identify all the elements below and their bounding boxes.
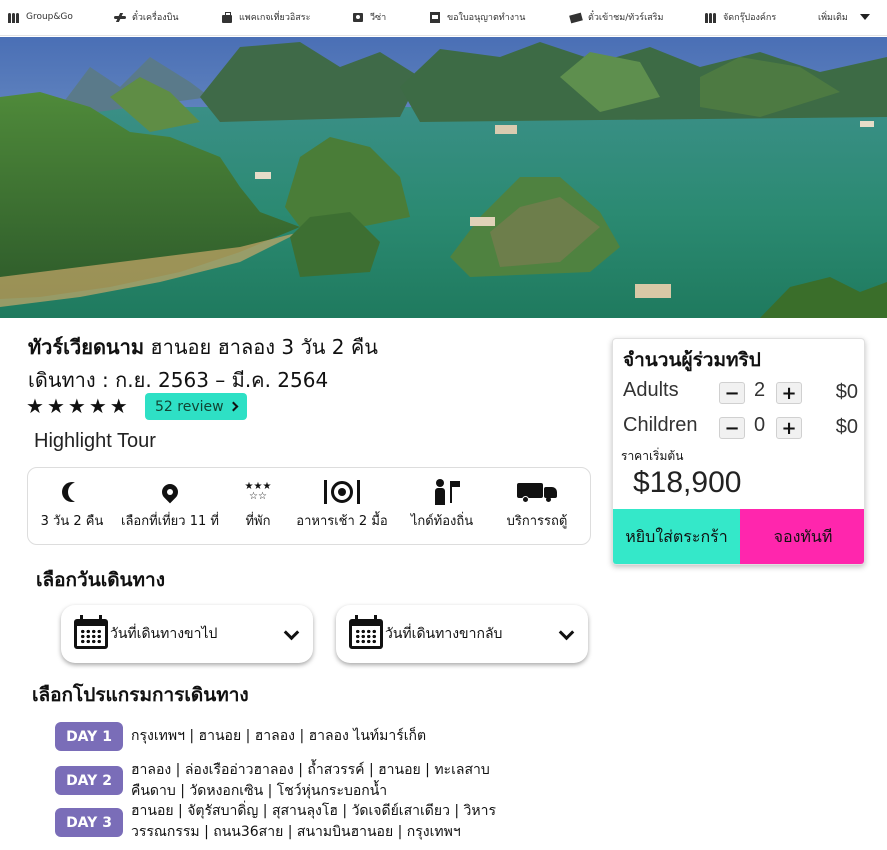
children-quantity[interactable]: 0 [754,414,765,437]
nav-work-permit-label: ขอใบอนุญาตทำงาน [447,13,526,23]
top-navigation: Group&Go ตั๋วเครื่องบิน แพคเกจเที่ยวอิสร… [0,0,887,36]
nav-packages-label: แพคเกจเที่ยวอิสระ [239,13,311,23]
plane-icon [114,12,126,23]
passport-icon [352,12,364,23]
brand-icon [8,12,20,23]
nav-work-permit[interactable]: ขอใบอนุญาตทำงาน [429,0,525,34]
hero-image [0,37,887,318]
day-badge[interactable]: DAY 2 [55,766,123,795]
star-icon: ★ [46,394,65,418]
depart-date-picker[interactable]: วันที่เดินทางขาไป [61,605,313,663]
feature-meals: อาหารเช้า 2 มื้อ [294,478,390,531]
children-row: Children − 0 + $0 [623,414,858,444]
tour-dates: เดินทาง : ก.ย. 2563 – มี.ค. 2564 [28,368,329,392]
calendar-icon [349,615,383,649]
review-button[interactable]: 52 review [145,393,247,420]
day-description: กรุงเทพฯ | ฮานอย | ฮาลอง | ฮาลอง ไนท์มาร… [131,728,427,744]
highlight-tour-heading: Highlight Tour [34,430,156,452]
adults-label: Adults [623,379,679,401]
nav-tickets-label: ตั๋วเข้าชม/ทัวร์เสริม [588,13,664,23]
calendar-icon [74,615,108,649]
price-value: $18,900 [633,466,742,499]
nav-flights-label: ตั๋วเครื่องบิน [132,13,179,23]
select-date-heading: เลือกวันเดินทาง [36,569,166,591]
luggage-icon [221,11,233,23]
nav-flights[interactable]: ตั๋วเครื่องบิน [114,0,179,34]
itinerary-day-1[interactable]: DAY 1 กรุงเทพฯ | ฮานอย | ฮาลอง | ฮาลอง ไ… [55,722,426,751]
return-date-label: วันที่เดินทางขากลับ [385,626,503,642]
depart-date-label: วันที่เดินทางขาไป [110,626,218,642]
review-label: 52 review [155,398,224,415]
star-icon: ★ [26,394,44,418]
star-icon: ★ [67,394,86,418]
nav-packages[interactable]: แพคเกจเที่ยวอิสระ [221,0,310,34]
chevron-right-icon [228,401,239,412]
tour-guide-icon [433,478,460,506]
feature-guide: ไกด์ท้องถิ่น [404,478,480,531]
star-icon: ★ [109,394,128,418]
nav-more-dropdown[interactable]: เพิ่มเติม [818,0,870,34]
select-program-heading: เลือกโปรแกรมการเดินทาง [32,684,249,706]
hero-carousel[interactable] [0,37,887,318]
tour-title-bold: ทัวร์เวียดนาม [28,335,145,359]
itinerary-day-2[interactable]: DAY 2 ฮาลอง | ล่องเรืออ่าวฮาลอง | ถ้ำสวร… [55,762,490,802]
adults-subtotal: $0 [835,381,858,403]
booking-title: จำนวนผู้ร่วมทริป [623,349,761,371]
hotel-stars-icon: ★★★ ☆☆ [244,481,272,502]
adults-plus-button[interactable]: + [776,382,802,404]
price-from-label: ราคาเริ่มต้น [621,449,684,463]
feature-places-label: เลือกที่เที่ยว 11 ที่ [121,514,219,529]
feature-van-label: บริการรถตู้ [506,514,568,529]
children-label: Children [623,414,698,436]
brand-logo[interactable]: Group&Go [8,0,73,34]
adults-row: Adults − 2 + $0 [623,379,858,409]
itinerary-day-3[interactable]: DAY 3 ฮานอย | จัตุรัสบาดิ่ญ | สุสานลุงโฮ… [55,803,496,843]
van-icon [517,481,557,503]
group-icon [705,12,717,23]
nav-corporate-group[interactable]: จัดกรุ๊ปองค์กร [705,0,776,34]
feature-places: เลือกที่เที่ยว 11 ที่ [114,478,226,531]
meal-icon [320,478,364,506]
children-subtotal: $0 [835,416,858,438]
nav-more-label: เพิ่มเติม [818,13,848,23]
rating-stars: ★ ★ ★ ★ ★ [26,394,128,418]
feature-meals-label: อาหารเช้า 2 มื้อ [296,514,388,529]
tour-title-rest: ฮานอย ฮาลอง 3 วัน 2 คืน [150,335,378,359]
document-icon [429,11,441,23]
nav-corporate-group-label: จัดกรุ๊ปองค์กร [723,13,777,23]
moon-icon [68,482,88,502]
nav-visa[interactable]: วีซ่า [352,0,386,34]
feature-duration: 3 วัน 2 คืน [38,478,106,531]
chevron-down-icon [283,624,300,641]
location-pin-icon [158,480,182,504]
feature-van: บริการรถตู้ [498,478,576,531]
feature-hotel-label: ที่พัก [245,514,271,529]
booking-panel: จำนวนผู้ร่วมทริป Adults − 2 + $0 Childre… [612,338,865,565]
caret-down-icon [859,14,870,20]
day-description: ฮาลอง | ล่องเรืออ่าวฮาลอง | ถ้ำสวรรค์ | … [131,762,490,799]
chevron-down-icon [558,624,575,641]
feature-duration-label: 3 วัน 2 คืน [40,514,104,529]
book-now-button[interactable]: จองทันที [740,509,864,564]
nav-tickets[interactable]: ตั๋วเข้าชม/ทัวร์เสริม [570,0,663,34]
day-description: ฮานอย | จัตุรัสบาดิ่ญ | สุสานลุงโฮ | วัด… [131,803,497,840]
day-badge[interactable]: DAY 1 [55,722,123,751]
feature-hotel: ★★★ ☆☆ ที่พัก [234,478,282,531]
features-box: 3 วัน 2 คืน เลือกที่เที่ยว 11 ที่ ★★★ ☆☆ … [27,467,591,545]
day-badge[interactable]: DAY 3 [55,808,123,837]
adults-minus-button[interactable]: − [719,382,745,404]
star-icon: ★ [88,394,107,418]
children-minus-button[interactable]: − [719,417,745,439]
tour-title: ทัวร์เวียดนาม ฮานอย ฮาลอง 3 วัน 2 คืน [28,331,378,363]
nav-visa-label: วีซ่า [370,13,387,23]
return-date-picker[interactable]: วันที่เดินทางขากลับ [336,605,588,663]
adults-quantity[interactable]: 2 [754,379,765,402]
add-to-cart-button[interactable]: หยิบใส่ตระกร้า [613,509,740,564]
feature-guide-label: ไกด์ท้องถิ่น [410,514,474,529]
brand-name: Group&Go [26,12,73,22]
children-plus-button[interactable]: + [776,417,802,439]
ticket-icon [570,12,582,23]
